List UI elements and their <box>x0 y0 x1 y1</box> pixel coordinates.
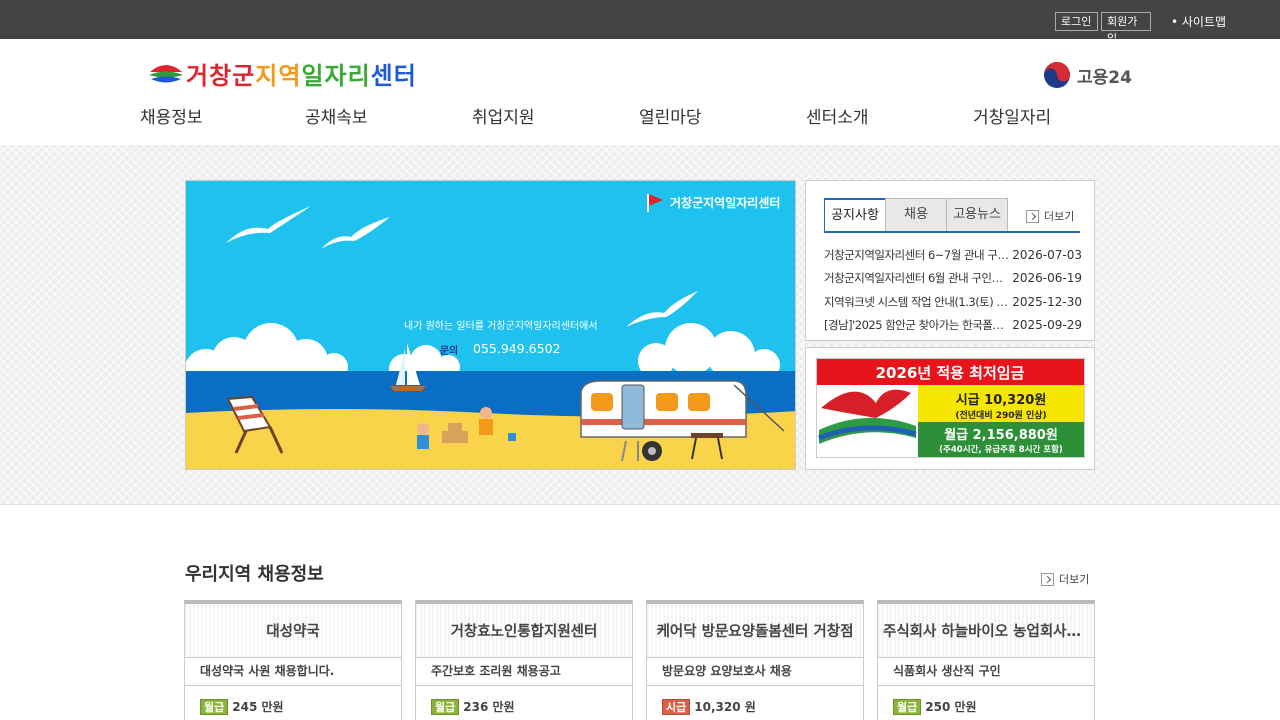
job-pay: 시급 10,320 원 <box>647 698 863 715</box>
main-banner[interactable]: 거창군지역일자리센터 내가 원하는 일터를 거창군지역일자리센터에서 # 문의 … <box>185 180 796 470</box>
pay-type-badge: 월급 <box>200 698 229 715</box>
job-pay: 월급 250 만원 <box>878 698 1094 715</box>
list-item[interactable]: 거창군지역일자리센터 6~7월 관내 구인현황 안내 2026-07-03 <box>824 243 1082 267</box>
sitemap-link[interactable]: • 사이트맵 <box>1171 13 1226 30</box>
tab-recruit[interactable]: 채용 <box>885 198 947 232</box>
jobs-more-button[interactable]: 더보기 <box>1041 571 1089 587</box>
job-description: 대성약국 사원 채용합니다. <box>185 658 401 686</box>
job-description: 주간보호 조리원 채용공고 <box>416 658 632 686</box>
join-button[interactable]: 회원가입 <box>1101 12 1151 45</box>
tab-notice[interactable]: 공지사항 <box>824 198 886 232</box>
goyong24-logo[interactable]: 고용24 <box>1043 61 1132 89</box>
nav-geochang-jobs[interactable]: 거창일자리 <box>973 103 1051 128</box>
job-description: 방문요양 요양보호사 채용 <box>647 658 863 686</box>
wage-title: 2026년 적용 최저임금 <box>876 364 1025 382</box>
minimum-wage-graphic: 2026년 적용 최저임금 시급 10,320원 (전년대비 290원 인상) … <box>816 358 1085 458</box>
job-card[interactable]: 주식회사 하늘바이오 농업회사법인 식품회사 생산직 구인 월급 250 만원 <box>877 600 1095 720</box>
banner-contact-phone: 055.949.6502 <box>473 341 560 356</box>
nav-recruit-news[interactable]: 공채속보 <box>305 103 368 128</box>
login-button[interactable]: 로그인 <box>1055 12 1098 31</box>
wage-monthly-note: (주40시간, 유급주휴 8시간 포함) <box>939 444 1063 455</box>
notice-list: 거창군지역일자리센터 6~7월 관내 구인현황 안내 2026-07-03 거창… <box>824 243 1082 337</box>
wage-monthly: 월급 2,156,880원 <box>944 427 1058 443</box>
tab-employment-news[interactable]: 고용뉴스 <box>946 198 1008 232</box>
job-card[interactable]: 거창효노인통합지원센터 주간보호 조리원 채용공고 월급 236 만원 <box>415 600 633 720</box>
notice-tabs: 공지사항 채용 고용뉴스 <box>824 198 1008 232</box>
nav-center-intro[interactable]: 센터소개 <box>806 103 869 128</box>
minimum-wage-banner[interactable]: 2026년 적용 최저임금 시급 10,320원 (전년대비 290원 인상) … <box>805 347 1095 470</box>
job-card[interactable]: 케어닥 방문요양돌봄센터 거창점 방문요양 요양보호사 채용 시급 10,320… <box>646 600 864 720</box>
job-pay: 월급 236 만원 <box>416 698 632 715</box>
job-card[interactable]: 대성약국 대성약국 사원 채용합니다. 월급 245 만원 <box>184 600 402 720</box>
tab-underline <box>824 231 1080 233</box>
notice-more-button[interactable]: 더보기 <box>1026 208 1074 224</box>
top-utility-bar: 로그인 회원가입 • 사이트맵 <box>0 0 1280 45</box>
jobs-section-title: 우리지역 채용정보 <box>185 564 324 585</box>
pay-type-badge: 시급 <box>662 698 691 715</box>
list-item[interactable]: 거창군지역일자리센터 6월 관내 구인현황 안내 2026-06-19 <box>824 267 1082 291</box>
logo-mark-icon <box>149 65 183 83</box>
banner-slogan: 내가 원하는 일터를 거창군지역일자리센터에서 <box>404 319 598 332</box>
job-company: 거창효노인통합지원센터 <box>450 624 598 640</box>
job-description: 식품회사 생산직 구인 <box>878 658 1094 686</box>
main-navigation: 채용정보 공채속보 취업지원 열린마당 센터소개 거창일자리 <box>0 103 1280 129</box>
nav-open-forum[interactable]: 열린마당 <box>639 103 702 128</box>
nav-job-support[interactable]: 취업지원 <box>472 103 535 128</box>
site-header: 거창군지역일자리센터 고용24 채용정보 공채속보 취업지원 열린마당 센터소개… <box>0 39 1280 145</box>
job-company: 케어닥 방문요양돌봄센터 거창점 <box>656 624 854 640</box>
nav-job-info[interactable]: 채용정보 <box>140 103 203 128</box>
job-company: 대성약국 <box>266 624 320 640</box>
logo-text: 거창군지역일자리센터 <box>186 61 417 90</box>
beach-illustration: 거창군지역일자리센터 내가 원하는 일터를 거창군지역일자리센터에서 # 문의 … <box>186 181 795 469</box>
wage-hourly: 시급 10,320원 <box>956 393 1047 408</box>
list-item[interactable]: [경남]'2025 함안군 찾아가는 한국폴리텍대학 설명회' 2025-09-… <box>824 314 1082 338</box>
site-logo[interactable]: 거창군지역일자리센터 <box>148 56 417 90</box>
chevron-right-icon <box>1041 572 1054 586</box>
list-item[interactable]: 지역워크넷 시스템 작업 안내(1.3(토) 08:00~) 2025-12-3… <box>824 290 1082 314</box>
notice-panel: 공지사항 채용 고용뉴스 더보기 거창군지역일자리센터 6~7월 관내 구인현황… <box>805 180 1095 341</box>
pay-type-badge: 월급 <box>431 698 460 715</box>
job-company: 주식회사 하늘바이오 농업회사법인 <box>883 624 1094 640</box>
job-pay: 월급 245 만원 <box>185 698 401 715</box>
chevron-right-icon <box>1026 209 1039 223</box>
taegeuk-icon <box>1044 62 1070 88</box>
pay-type-badge: 월급 <box>893 698 922 715</box>
wage-hourly-note: (전년대비 290원 인상) <box>955 409 1046 421</box>
banner-brand: 거창군지역일자리센터 <box>670 195 780 210</box>
